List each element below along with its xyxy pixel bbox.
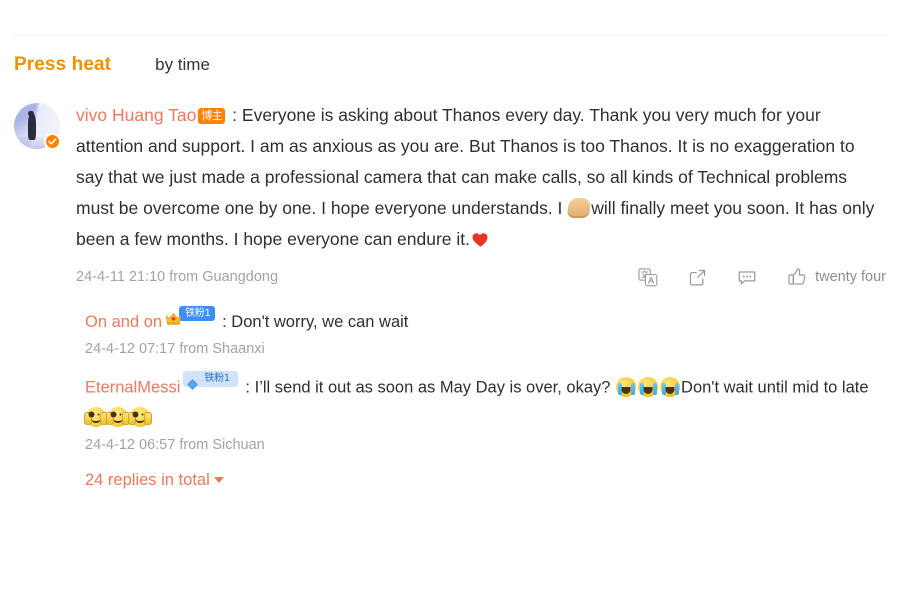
fan-badge: 铁粉1 (165, 305, 215, 325)
post-body: vivo Huang Tao 博主 : Everyone is asking ab… (76, 100, 886, 490)
comment-button[interactable] (737, 268, 757, 287)
translate-icon (638, 267, 658, 287)
post-timestamp: 24-4-11 21:10 from Guangdong (76, 269, 279, 285)
post-item: vivo Huang Tao 博主 : Everyone is asking ab… (14, 100, 886, 490)
verified-badge-icon (44, 133, 61, 150)
crown-icon (165, 306, 182, 325)
post-author-link[interactable]: vivo Huang Tao (76, 105, 196, 125)
handshake-emoji (567, 198, 592, 218)
reply-body-text-part1: I’ll send it out as soon as May Day is o… (254, 378, 616, 397)
thumbs-up-icon (787, 267, 807, 287)
loudly-crying-face-emoji (660, 376, 681, 397)
sort-tabbar: Press heat by time (14, 54, 210, 76)
share-button[interactable] (688, 268, 707, 287)
reply-timestamp: 24-4-12 07:17 from Shaanxi (85, 341, 265, 357)
reply-text: EternalMessi 铁粉1 : I’ll send it out as s… (84, 371, 886, 433)
fan-badge-label: 铁粉1 (198, 371, 234, 387)
top-divider (14, 35, 886, 36)
reply-author-link[interactable]: EternalMessi (85, 379, 180, 397)
reply-item: EternalMessi 铁粉1 : I’ll send it out as s… (84, 371, 886, 453)
avatar[interactable] (14, 103, 61, 150)
post-separator: : (227, 105, 242, 125)
reply-item: On and on 铁粉1 : Don't worry, we can wait… (85, 305, 886, 357)
like-button[interactable]: twenty four (787, 267, 886, 287)
post-meta-row: 24-4-11 21:10 from Guangdong twenty four (76, 265, 886, 289)
more-replies-label: 24 replies in total (85, 470, 210, 489)
red-heart-emoji (471, 228, 490, 247)
tab-by-time[interactable]: by time (155, 55, 210, 75)
blogger-badge: 博主 (198, 108, 226, 124)
hugging-face-emoji (128, 406, 152, 427)
like-count: twenty four (815, 269, 886, 285)
diamond-icon (185, 372, 200, 390)
hugging-face-emoji (106, 406, 130, 427)
share-icon (688, 268, 707, 287)
reply-body-text: Don't worry, we can wait (231, 313, 409, 331)
reply-text: On and on 铁粉1 : Don't worry, we can wait (85, 305, 886, 337)
reply-author-link[interactable]: On and on (85, 313, 162, 331)
tab-press-heat[interactable]: Press heat (14, 54, 111, 76)
reply-timestamp: 24-4-12 06:57 from Sichuan (85, 436, 265, 453)
loudly-crying-face-emoji (638, 376, 659, 397)
more-replies-button[interactable]: 24 replies in total (85, 471, 224, 490)
reply-body-text-part2: Don't wait until mid to late (681, 378, 869, 397)
translate-button[interactable] (638, 267, 658, 287)
chevron-down-icon (213, 477, 224, 483)
reply-separator: : (217, 313, 232, 331)
post-text: vivo Huang Tao 博主 : Everyone is asking ab… (76, 100, 886, 255)
fan-badge-label: 铁粉1 (179, 306, 215, 321)
replies-list: On and on 铁粉1 : Don't worry, we can wait… (76, 305, 886, 490)
hugging-face-emoji (84, 406, 108, 427)
fan-badge: 铁粉1 (183, 371, 238, 390)
post-actions: twenty four (638, 267, 886, 287)
avatar-person-body (27, 113, 36, 140)
comment-icon (737, 268, 757, 287)
reply-separator: : (240, 378, 255, 397)
comments-page: Press heat by time vivo Huang Tao 博主 : Ev… (0, 0, 900, 600)
loudly-crying-face-emoji (616, 376, 637, 397)
